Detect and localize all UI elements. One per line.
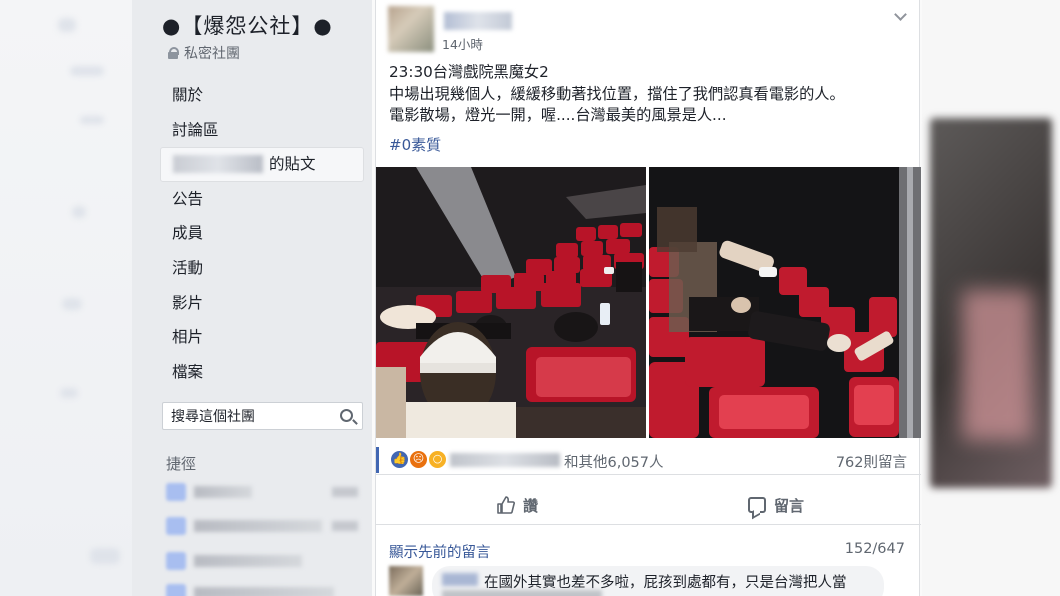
sidebar-item-member-posts[interactable]: 的貼文	[160, 147, 364, 182]
sidebar-item-files[interactable]: 檔案	[160, 355, 364, 390]
lock-icon	[168, 47, 179, 59]
redacted-comment-continuation	[442, 590, 602, 596]
show-previous-comments-link[interactable]: 顯示先前的留言	[389, 541, 491, 562]
post-card: 14小時 23:30台灣戲院黑魔女2 中場出現幾個人，緩緩移動著找位置，擋住了我…	[375, 0, 921, 596]
comment-text: 在國外其實也差不多啦，屁孩到處都有，只是台灣把人當	[484, 575, 847, 591]
reactions-bar: 👍 ☹ ○ 和其他6,057人 762則留言	[376, 445, 921, 475]
sidebar-item-member-posts-label: 的貼文	[269, 155, 316, 174]
shortcut-avatar-icon	[166, 517, 186, 535]
group-privacy: 私密社團	[168, 43, 240, 63]
shortcut-avatar-icon	[166, 552, 186, 570]
blurred-background-left	[0, 0, 132, 596]
group-sidebar: ●【爆怨公社】● 私密社團 關於 討論區 的貼文 公告 成員 活動 影片 相片 …	[132, 0, 372, 596]
post-actions: 讚 留言	[376, 485, 921, 525]
shortcut-item[interactable]	[166, 516, 362, 536]
shortcut-item[interactable]	[166, 482, 362, 502]
sidebar-item-members[interactable]: 成員	[160, 216, 364, 251]
redacted-commenter-name[interactable]	[442, 573, 478, 586]
comment-bubble-icon	[748, 497, 766, 513]
comment-button-label: 留言	[774, 496, 805, 515]
author-avatar[interactable]	[388, 6, 434, 52]
shortcut-item[interactable]	[166, 551, 362, 571]
hashtag-link[interactable]: #0素質	[389, 134, 441, 155]
group-search-input[interactable]: 搜尋這個社團	[162, 402, 363, 430]
redacted-member-name	[173, 155, 263, 174]
sidebar-item-discussion[interactable]: 討論區	[160, 113, 364, 148]
post-line: 中場出現幾個人，緩緩移動著找位置，擋住了我們認真看電影的人。	[389, 84, 845, 103]
redacted-reactor-names[interactable]	[450, 453, 560, 467]
comments-pagination-count: 152/647	[844, 541, 905, 557]
comment-button[interactable]: 留言	[748, 493, 804, 517]
post-photo-1[interactable]	[376, 167, 646, 438]
search-icon[interactable]	[340, 409, 353, 422]
post-line: 電影散場，燈光一開，喔....台灣最美的風景是人...	[389, 106, 727, 124]
post-options-chevron-icon[interactable]	[894, 8, 907, 21]
like-button[interactable]: 讚	[497, 493, 538, 517]
like-icon[interactable]: 👍	[390, 450, 409, 469]
redacted-author-name[interactable]	[444, 12, 512, 30]
wow-icon[interactable]: ○	[428, 450, 447, 469]
post-timestamp[interactable]: 14小時	[442, 34, 483, 53]
post-photo-2[interactable]	[649, 167, 921, 438]
post-body: 23:30台灣戲院黑魔女2 中場出現幾個人，緩緩移動著找位置，擋住了我們認真看電…	[389, 62, 909, 127]
group-title[interactable]: ●【爆怨公社】●	[162, 10, 333, 40]
blurred-background-right	[922, 0, 1060, 596]
like-button-label: 讚	[523, 496, 539, 515]
reactions-accent-bar	[376, 447, 379, 473]
sidebar-item-about[interactable]: 關於	[160, 78, 364, 113]
screenshot-stage: ●【爆怨公社】● 私密社團 關於 討論區 的貼文 公告 成員 活動 影片 相片 …	[0, 0, 1060, 596]
sidebar-item-videos[interactable]: 影片	[160, 286, 364, 321]
angry-icon[interactable]: ☹	[409, 450, 428, 469]
shortcuts-heading: 捷徑	[166, 455, 197, 473]
group-nav: 關於 討論區 的貼文 公告 成員 活動 影片 相片 檔案	[160, 78, 364, 389]
sidebar-item-announcements[interactable]: 公告	[160, 182, 364, 217]
sidebar-item-events[interactable]: 活動	[160, 251, 364, 286]
shortcut-avatar-icon	[166, 584, 186, 596]
group-search-placeholder: 搜尋這個社團	[171, 409, 255, 425]
reaction-others-count[interactable]: 和其他6,057人	[564, 451, 664, 472]
comment-bubble: 在國外其實也差不多啦，屁孩到處都有，只是台灣把人當	[432, 566, 884, 596]
post-line-title: 23:30台灣戲院黑魔女2	[389, 63, 549, 81]
shortcut-item[interactable]	[166, 583, 362, 596]
thumbs-up-icon	[497, 496, 515, 514]
group-privacy-label: 私密社團	[184, 46, 240, 62]
sidebar-item-photos[interactable]: 相片	[160, 320, 364, 355]
shortcut-avatar-icon	[166, 483, 186, 501]
commenter-avatar[interactable]	[389, 566, 423, 596]
comment-count-link[interactable]: 762則留言	[836, 451, 907, 472]
